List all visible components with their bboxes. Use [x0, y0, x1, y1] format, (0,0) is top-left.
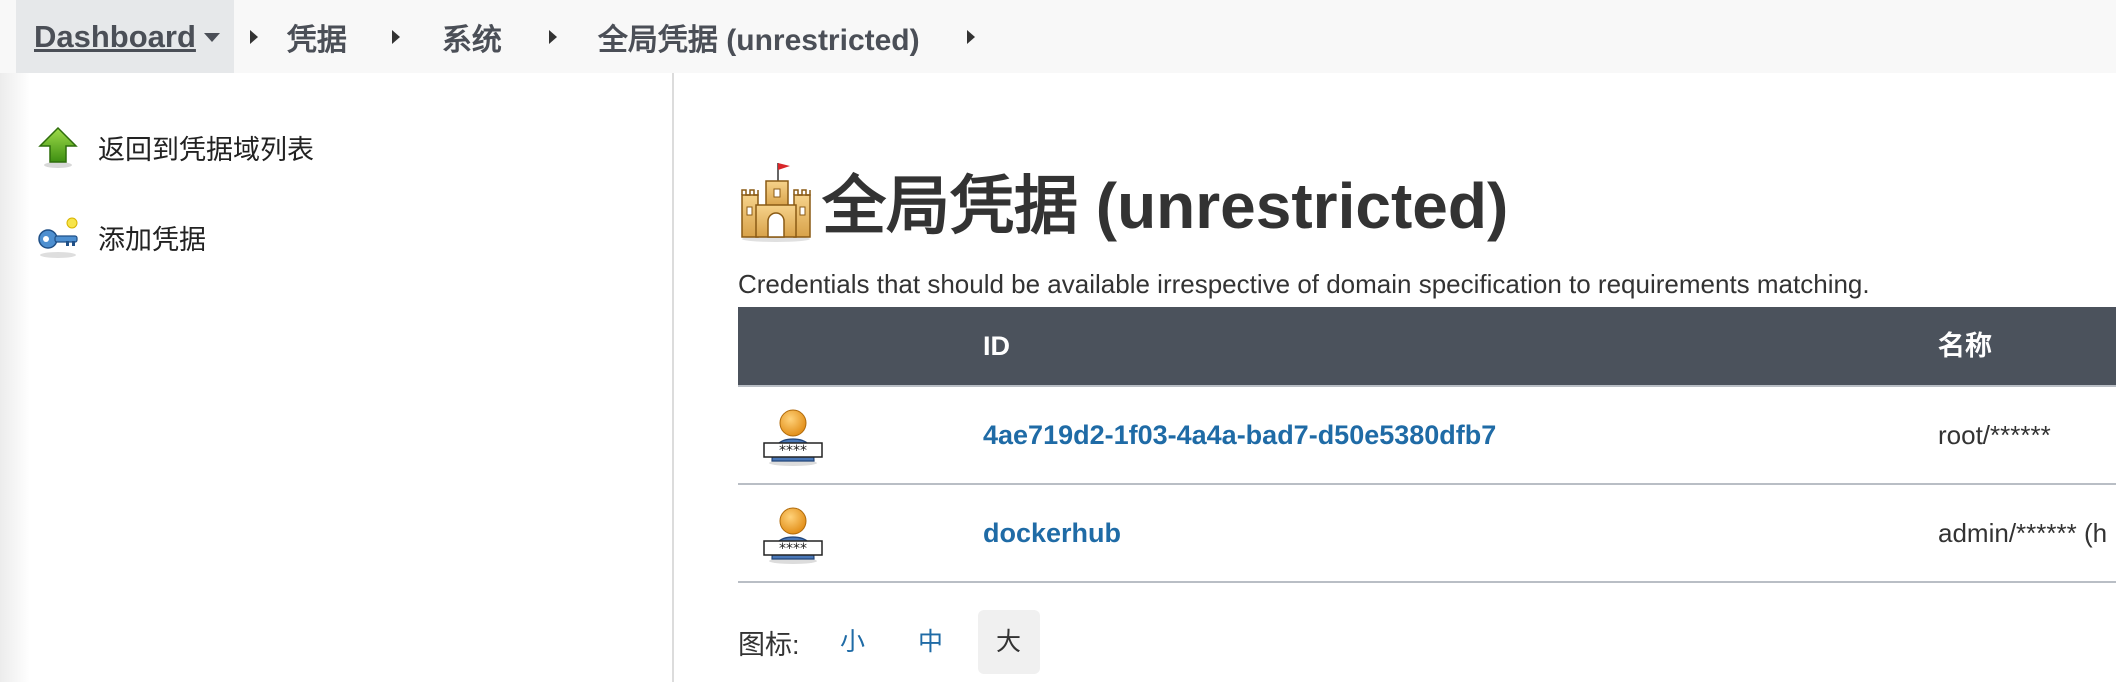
breadcrumb-separator-icon[interactable]	[548, 29, 557, 44]
column-header-id[interactable]: ID	[983, 307, 1010, 385]
breadcrumb-separator-icon[interactable]	[249, 29, 258, 44]
breadcrumb-system[interactable]: 系统	[442, 15, 502, 59]
key-icon	[38, 217, 78, 258]
credential-id-link[interactable]: dockerhub	[983, 485, 1121, 581]
table-header: ID 名称	[738, 307, 2116, 385]
task-back-to-domains[interactable]: 返回到凭据域列表	[36, 125, 314, 169]
icon-size-large[interactable]: 大	[977, 610, 1040, 674]
up-arrow-icon	[38, 126, 78, 168]
breadcrumb-credentials[interactable]: 凭据	[287, 15, 347, 59]
page-title: 全局凭据 (unrestricted)	[822, 170, 1509, 242]
credential-name: root/******	[1938, 420, 2051, 450]
user-credential-icon: ****	[763, 409, 823, 466]
page-header: 全局凭据 (unrestricted)	[738, 155, 1508, 247]
svg-text:****: ****	[779, 443, 807, 459]
main-panel: 全局凭据 (unrestricted) Credentials that sho…	[738, 73, 2116, 682]
breadcrumb-dashboard[interactable]: Dashboard	[16, 0, 234, 73]
credential-name: admin/****** (h	[1938, 518, 2108, 548]
table-row: **** dockerhub admin/****** (h	[738, 485, 2116, 583]
task-back-to-domains-label[interactable]: 返回到凭据域列表	[98, 128, 314, 167]
table-row: **** 4ae719d2-1f03-4a4a-bad7-d50e5380dfb…	[738, 385, 2116, 485]
icon-size-small[interactable]: 小	[822, 610, 884, 674]
breadcrumb-dashboard-label[interactable]: Dashboard	[34, 19, 196, 55]
task-add-credentials[interactable]: 添加凭据	[36, 215, 206, 259]
icon-size-label: 图标:	[738, 629, 800, 660]
icon-size-selector: 图标: 小 中 大	[738, 610, 1056, 674]
castle-icon	[741, 163, 811, 242]
page-description: Credentials that should be available irr…	[738, 269, 1870, 299]
side-panel: 返回到凭据域列表 添加凭据	[0, 73, 674, 682]
credential-id-link[interactable]: 4ae719d2-1f03-4a4a-bad7-d50e5380dfb7	[983, 387, 1496, 483]
user-credential-icon: ****	[763, 507, 823, 564]
svg-text:****: ****	[779, 541, 807, 557]
chevron-down-icon[interactable]	[203, 33, 220, 42]
credentials-table: ID 名称 **** 4ae719d2-1f03-4a4a-bad7-d50e5…	[738, 307, 2116, 583]
breadcrumb-separator-icon[interactable]	[966, 29, 975, 44]
icon-size-medium[interactable]: 中	[900, 610, 962, 674]
breadcrumb-separator-icon[interactable]	[391, 29, 400, 44]
column-header-name[interactable]: 名称	[1938, 307, 1992, 385]
task-add-credentials-label[interactable]: 添加凭据	[98, 218, 206, 257]
breadcrumb-bar: Dashboard 凭据 系统 全局凭据 (unrestricted)	[0, 0, 2116, 73]
breadcrumb-global-credentials[interactable]: 全局凭据 (unrestricted)	[598, 15, 920, 59]
